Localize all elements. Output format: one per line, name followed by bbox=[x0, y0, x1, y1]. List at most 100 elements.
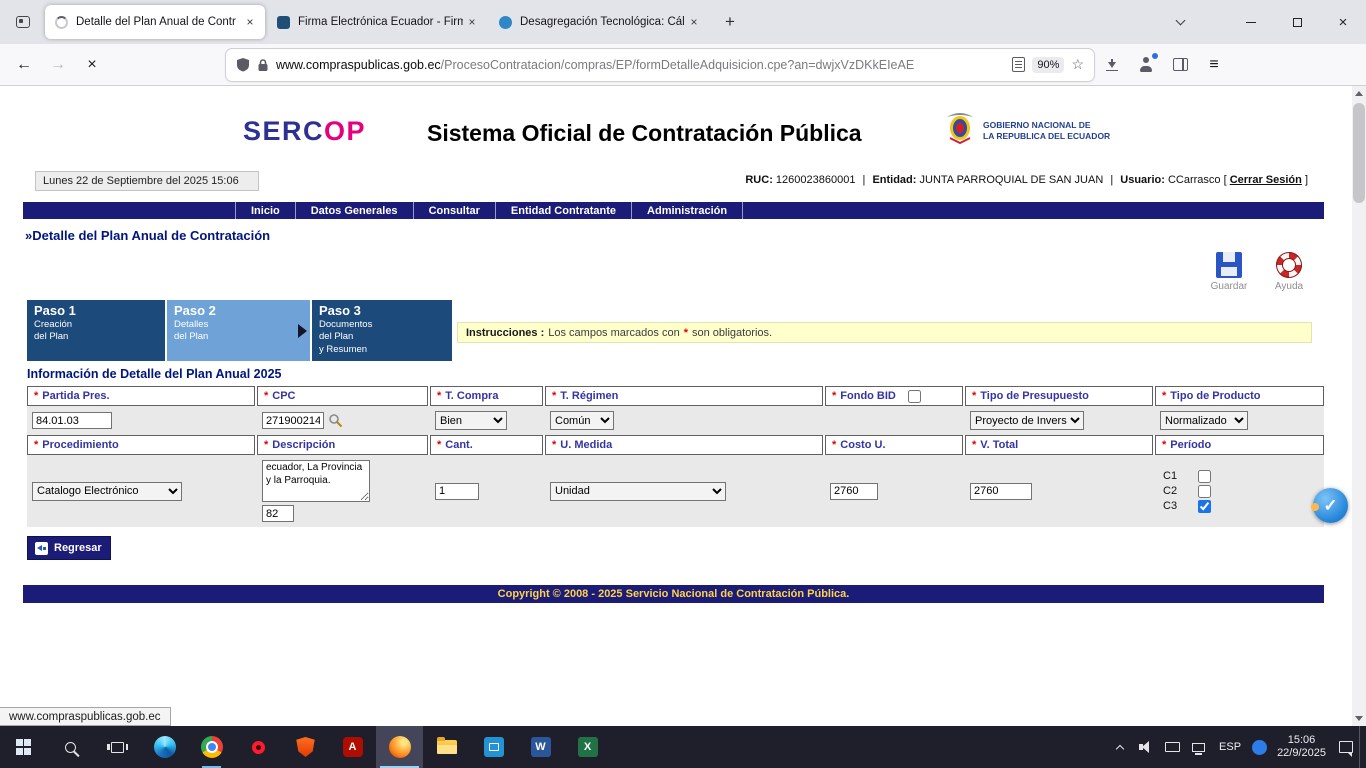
taskbar-brave-button[interactable] bbox=[282, 726, 329, 768]
start-button[interactable] bbox=[0, 726, 47, 768]
scroll-up-button[interactable] bbox=[1352, 86, 1366, 101]
show-desktop-button[interactable] bbox=[1359, 726, 1364, 768]
language-indicator[interactable]: ESP bbox=[1211, 741, 1249, 753]
form-value-row-2: Catalogo Electrónico Unidad C1 C2 bbox=[27, 455, 1324, 527]
t-compra-select[interactable]: Bien bbox=[435, 411, 507, 430]
tipo-producto-select[interactable]: Normalizado bbox=[1160, 411, 1248, 430]
v-total-input[interactable] bbox=[970, 483, 1032, 500]
regresar-button[interactable]: Regresar bbox=[27, 536, 111, 560]
cpc-input[interactable] bbox=[262, 412, 324, 429]
tab-firma-electronica[interactable]: Firma Electrónica Ecuador - Firm × bbox=[267, 5, 487, 39]
touch-keyboard-button[interactable] bbox=[1159, 726, 1185, 768]
stop-button[interactable]: × bbox=[76, 49, 108, 81]
header-periodo: *Período bbox=[1155, 435, 1324, 455]
periodo-c1-checkbox[interactable] bbox=[1198, 470, 1211, 483]
forward-button[interactable]: → bbox=[42, 49, 74, 81]
periodo-cell: C1 C2 C3 bbox=[1155, 455, 1324, 527]
minimize-icon bbox=[1246, 22, 1256, 23]
periodo-c3-checkbox[interactable] bbox=[1198, 500, 1211, 513]
scroll-down-button[interactable] bbox=[1352, 711, 1366, 726]
excel-icon: X bbox=[578, 737, 598, 757]
floating-capture-widget[interactable]: ✓ bbox=[1313, 488, 1348, 523]
descripcion-textarea[interactable] bbox=[262, 460, 370, 502]
logout-link[interactable]: Cerrar Sesión bbox=[1230, 174, 1302, 186]
partida-input[interactable] bbox=[32, 412, 112, 429]
taskbar-opera-button[interactable] bbox=[235, 726, 282, 768]
zoom-level-button[interactable]: 90% bbox=[1032, 57, 1064, 73]
sidebar-icon bbox=[1173, 58, 1188, 71]
costo-u-input[interactable] bbox=[830, 483, 878, 500]
procedimiento-select[interactable]: Catalogo Electrónico bbox=[32, 482, 182, 501]
descripcion-cod-input[interactable] bbox=[262, 505, 294, 522]
reader-mode-icon[interactable] bbox=[1012, 57, 1025, 72]
url-bar[interactable]: www.compraspublicas.gob.ec/ProcesoContra… bbox=[226, 49, 1094, 81]
tab-close-icon[interactable]: × bbox=[685, 13, 703, 31]
step-2[interactable]: Paso 2 Detalles del Plan bbox=[167, 300, 310, 361]
taskbar-excel-button[interactable]: X bbox=[564, 726, 611, 768]
nav-item-inicio[interactable]: Inicio bbox=[235, 202, 295, 219]
back-button[interactable]: ← bbox=[8, 49, 40, 81]
taskbar-chrome-button[interactable] bbox=[188, 726, 235, 768]
chevron-down-icon bbox=[1175, 16, 1185, 26]
ayuda-button[interactable]: Ayuda bbox=[1262, 252, 1316, 292]
firefox-view-button[interactable] bbox=[8, 7, 38, 37]
menu-button[interactable]: ≡ bbox=[1198, 49, 1230, 81]
taskbar-file-explorer-button[interactable] bbox=[423, 726, 470, 768]
magnifier-icon bbox=[328, 413, 343, 428]
header-procedimiento: *Procedimiento bbox=[27, 435, 255, 455]
taskbar-media-app-button[interactable] bbox=[470, 726, 517, 768]
taskbar-firefox-button[interactable] bbox=[376, 726, 423, 768]
periodo-c2-checkbox[interactable] bbox=[1198, 485, 1211, 498]
volume-button[interactable] bbox=[1133, 726, 1159, 768]
new-tab-button[interactable]: + bbox=[716, 8, 744, 36]
close-window-button[interactable]: × bbox=[1320, 0, 1366, 44]
nav-item-consultar[interactable]: Consultar bbox=[413, 202, 495, 219]
minimize-button[interactable] bbox=[1228, 0, 1274, 44]
account-icon bbox=[1139, 57, 1154, 72]
step-3[interactable]: Paso 3 Documentos del Plan y Resumen bbox=[312, 300, 452, 361]
tab-desagregacion[interactable]: Desagregación Tecnológica: Cál × bbox=[489, 5, 709, 39]
account-button[interactable] bbox=[1130, 49, 1162, 81]
tracking-shield-icon[interactable] bbox=[236, 57, 250, 72]
nav-item-administracion[interactable]: Administración bbox=[631, 202, 743, 219]
guardar-button[interactable]: Guardar bbox=[1202, 252, 1256, 292]
taskbar-acrobat-button[interactable]: A bbox=[329, 726, 376, 768]
header-v-total: *V. Total bbox=[965, 435, 1153, 455]
t-regimen-select[interactable]: Común bbox=[550, 411, 614, 430]
cpc-search-button[interactable] bbox=[328, 413, 343, 428]
page-scrollbar[interactable] bbox=[1352, 86, 1366, 726]
list-all-tabs-button[interactable] bbox=[1166, 8, 1194, 36]
action-center-button[interactable] bbox=[1333, 726, 1359, 768]
fondo-bid-checkbox[interactable] bbox=[908, 390, 921, 403]
tab-title: Desagregación Tecnológica: Cál bbox=[520, 16, 685, 28]
maximize-button[interactable] bbox=[1274, 0, 1320, 44]
downloads-button[interactable] bbox=[1096, 49, 1128, 81]
nav-item-entidad-contratante[interactable]: Entidad Contratante bbox=[495, 202, 631, 219]
tray-app-badge[interactable] bbox=[1252, 740, 1267, 755]
sidebar-button[interactable] bbox=[1164, 49, 1196, 81]
chrome-icon bbox=[201, 736, 223, 758]
scrollbar-thumb[interactable] bbox=[1353, 103, 1365, 203]
cantidad-input[interactable] bbox=[435, 483, 479, 500]
tipo-presupuesto-select[interactable]: Proyecto de Inversión bbox=[970, 411, 1084, 430]
nav-item-datos-generales[interactable]: Datos Generales bbox=[295, 202, 413, 219]
taskbar-word-button[interactable]: W bbox=[517, 726, 564, 768]
tab-close-icon[interactable]: × bbox=[241, 13, 259, 31]
url-text: www.compraspublicas.gob.ec/ProcesoContra… bbox=[276, 58, 1005, 72]
keyboard-icon bbox=[1165, 742, 1180, 752]
task-view-button[interactable] bbox=[94, 726, 141, 768]
lock-icon[interactable] bbox=[257, 58, 269, 72]
taskbar-clock[interactable]: 15:06 22/9/2025 bbox=[1270, 734, 1333, 760]
taskbar-time: 15:06 bbox=[1277, 734, 1326, 747]
step-1[interactable]: Paso 1 Creación del Plan bbox=[27, 300, 165, 361]
tab-plan-anual[interactable]: Detalle del Plan Anual de Contr × bbox=[45, 5, 265, 39]
taskbar-edge-button[interactable] bbox=[141, 726, 188, 768]
triangle-up-icon bbox=[1355, 91, 1363, 96]
tab-close-icon[interactable]: × bbox=[463, 13, 481, 31]
taskbar-search-button[interactable] bbox=[47, 726, 94, 768]
u-medida-select[interactable]: Unidad bbox=[550, 482, 726, 501]
tray-expand-button[interactable] bbox=[1107, 726, 1133, 768]
bookmark-star-icon[interactable]: ☆ bbox=[1071, 56, 1084, 73]
periodo-c3: C3 bbox=[1163, 500, 1211, 513]
network-button[interactable] bbox=[1185, 726, 1211, 768]
